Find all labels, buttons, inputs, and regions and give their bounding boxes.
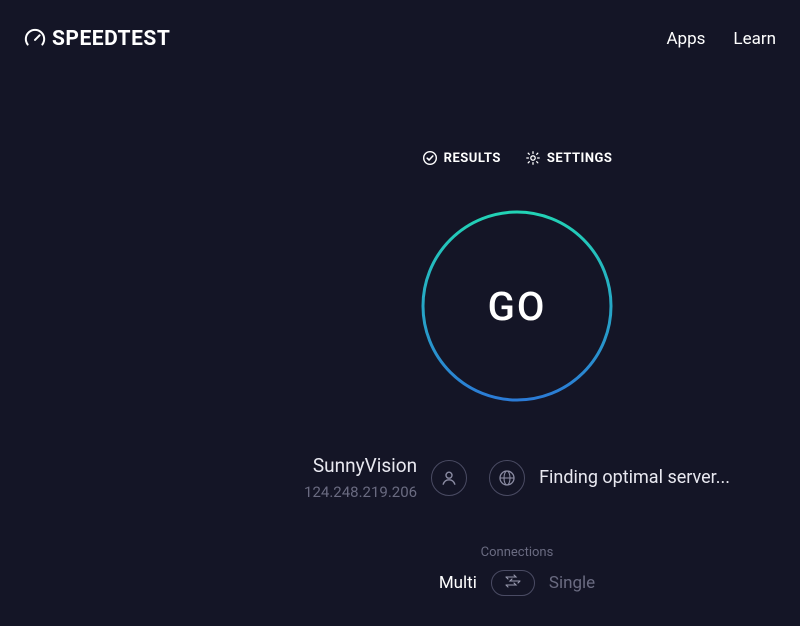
person-icon: [431, 460, 467, 496]
gauge-icon: [24, 28, 46, 50]
isp-name: SunnyVision: [313, 454, 417, 477]
tab-settings-label: SETTINGS: [547, 151, 613, 166]
connections-toggle-pill[interactable]: [491, 570, 535, 596]
nav-apps[interactable]: Apps: [666, 29, 705, 49]
header: SPEEDTEST Apps Learn: [0, 0, 800, 60]
nav: Apps Learn: [666, 29, 776, 49]
connections-multi-label: Multi: [439, 573, 477, 593]
main-content: RESULTS SETTINGS: [0, 150, 800, 596]
logo[interactable]: SPEEDTEST: [24, 27, 170, 51]
brand-text: SPEEDTEST: [52, 27, 170, 51]
check-circle-icon: [422, 150, 438, 166]
tab-settings[interactable]: SETTINGS: [525, 150, 613, 166]
globe-icon: [489, 460, 525, 496]
server-status: Finding optimal server...: [539, 467, 730, 488]
nav-learn[interactable]: Learn: [733, 29, 776, 49]
server-block[interactable]: Finding optimal server...: [489, 460, 730, 496]
connections: Connections Multi Single: [439, 545, 595, 596]
isp-ip: 124.248.219.206: [304, 483, 417, 501]
connections-title: Connections: [481, 545, 554, 560]
gear-icon: [525, 150, 541, 166]
tab-results[interactable]: RESULTS: [422, 150, 501, 166]
tab-results-label: RESULTS: [444, 151, 501, 166]
isp-block[interactable]: SunnyVision 124.248.219.206: [304, 454, 467, 501]
info-row: SunnyVision 124.248.219.206: [117, 454, 800, 501]
multi-arrows-icon: [502, 573, 524, 594]
connections-toggle[interactable]: Multi Single: [439, 570, 595, 596]
go-ring-icon: [417, 206, 617, 406]
go-button[interactable]: GO: [417, 206, 617, 406]
tabbar: RESULTS SETTINGS: [422, 150, 613, 166]
connections-single-label: Single: [549, 573, 595, 593]
